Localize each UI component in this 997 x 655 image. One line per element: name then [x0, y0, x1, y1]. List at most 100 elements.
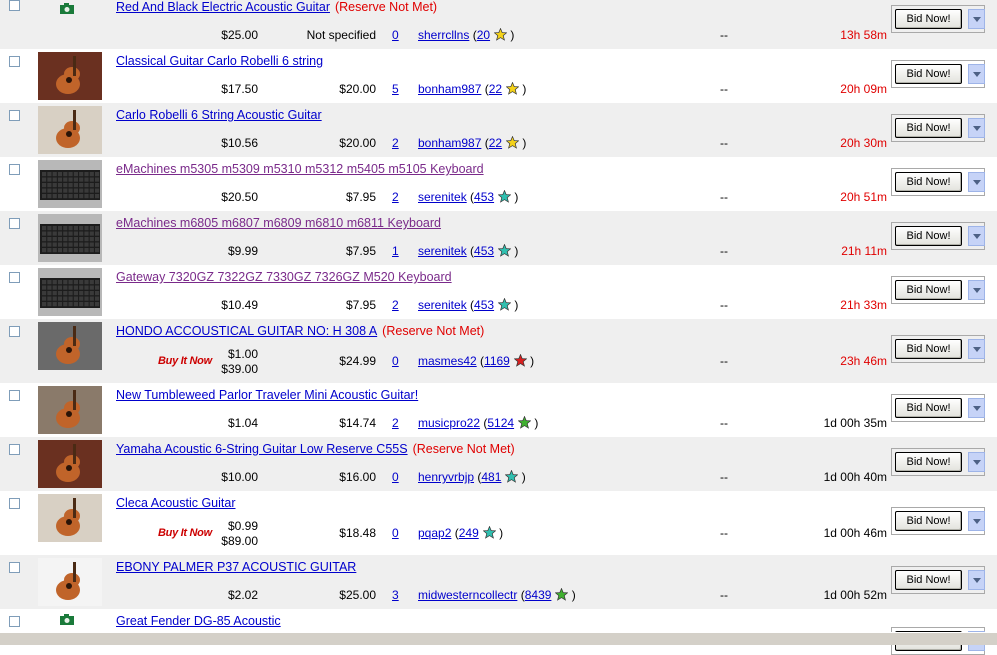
listing-title-link[interactable]: Great Fender DG-85 Acoustic — [116, 614, 281, 628]
select-checkbox[interactable] — [9, 616, 20, 627]
listing-title-link[interactable]: Carlo Robelli 6 String Acoustic Guitar — [116, 108, 322, 122]
bid-options-dropdown[interactable] — [968, 118, 985, 138]
feedback-score-link[interactable]: 453 — [474, 244, 494, 258]
shipping-cost: $18.48 — [339, 526, 376, 540]
feedback-score-link[interactable]: 22 — [489, 82, 502, 96]
bid-options-dropdown[interactable] — [968, 280, 985, 300]
feedback-star-icon — [497, 297, 512, 314]
listing-title-link[interactable]: EBONY PALMER P37 ACOUSTIC GUITAR — [116, 560, 356, 574]
select-checkbox[interactable] — [9, 390, 20, 401]
seller-name-link[interactable]: serenitek — [418, 244, 467, 258]
bid-now-button[interactable]: Bid Now! — [895, 118, 962, 138]
listing-row: Gateway 7320GZ 7322GZ 7330GZ 7326GZ M520… — [0, 265, 997, 319]
keyboard-thumbnail[interactable] — [38, 160, 102, 208]
guitar-thumbnail[interactable] — [38, 440, 102, 488]
seller-name-link[interactable]: midwesterncollectr — [418, 588, 517, 602]
seller-name-link[interactable]: bonham987 — [418, 136, 481, 150]
bid-count-link[interactable]: 2 — [392, 298, 399, 312]
guitar-thumbnail[interactable] — [38, 494, 102, 542]
bid-count-link[interactable]: 2 — [392, 190, 399, 204]
listing-title-link[interactable]: Yamaha Acoustic 6-String Guitar Low Rese… — [116, 442, 408, 456]
bid-count-link[interactable]: 2 — [392, 416, 399, 430]
select-checkbox[interactable] — [9, 498, 20, 509]
listing-title: Gateway 7320GZ 7322GZ 7330GZ 7326GZ M520… — [116, 270, 452, 284]
bid-count-link[interactable]: 5 — [392, 82, 399, 96]
guitar-thumbnail[interactable] — [38, 106, 102, 154]
bid-count-link[interactable]: 0 — [392, 354, 399, 368]
guitar-thumbnail[interactable] — [38, 52, 102, 100]
bid-options-dropdown[interactable] — [968, 339, 985, 359]
feedback-score-link[interactable]: 8439 — [525, 588, 552, 602]
bid-count-link[interactable]: 1 — [392, 244, 399, 258]
bid-options-dropdown[interactable] — [968, 64, 985, 84]
select-checkbox[interactable] — [9, 272, 20, 283]
select-checkbox[interactable] — [9, 56, 20, 67]
seller-name-link[interactable]: serenitek — [418, 298, 467, 312]
feedback-score-link[interactable]: 249 — [459, 526, 479, 540]
seller-name-link[interactable]: sherrcllns — [418, 28, 469, 42]
listing-title: eMachines m6805 m6807 m6809 m6810 m6811 … — [116, 216, 441, 230]
bid-now-button[interactable]: Bid Now! — [895, 9, 962, 29]
reserve-not-met-label: (Reserve Not Met) — [334, 0, 438, 14]
listing-title-link[interactable]: HONDO ACCOUSTICAL GUITAR NO: H 308 A — [116, 324, 377, 338]
bid-now-button[interactable]: Bid Now! — [895, 570, 962, 590]
bid-options-dropdown[interactable] — [968, 570, 985, 590]
bid-count-link[interactable]: 2 — [392, 136, 399, 150]
guitar-thumbnail[interactable] — [38, 558, 102, 606]
feedback-score-link[interactable]: 453 — [474, 190, 494, 204]
feedback-score-link[interactable]: 20 — [477, 28, 490, 42]
select-checkbox[interactable] — [9, 218, 20, 229]
select-checkbox[interactable] — [9, 164, 20, 175]
bid-options-dropdown[interactable] — [968, 226, 985, 246]
seller-name-link[interactable]: musicpro22 — [418, 416, 480, 430]
select-checkbox[interactable] — [9, 0, 20, 11]
listing-title-link[interactable]: eMachines m5305 m5309 m5310 m5312 m5405 … — [116, 162, 484, 176]
listing-title-link[interactable]: Gateway 7320GZ 7322GZ 7330GZ 7326GZ M520… — [116, 270, 452, 284]
current-bid-price: $20.50 — [221, 190, 258, 204]
feedback-score-link[interactable]: 1169 — [484, 354, 510, 368]
guitar-thumbnail[interactable] — [38, 322, 102, 370]
bid-count-link[interactable]: 0 — [392, 526, 399, 540]
select-checkbox[interactable] — [9, 326, 20, 337]
listing-title-link[interactable]: Red And Black Electric Acoustic Guitar — [116, 0, 330, 14]
feedback-score-link[interactable]: 22 — [489, 136, 502, 150]
seller-name-link[interactable]: bonham987 — [418, 82, 481, 96]
bid-count-link[interactable]: 3 — [392, 588, 399, 602]
keyboard-thumbnail[interactable] — [38, 268, 102, 316]
bid-now-button[interactable]: Bid Now! — [895, 511, 962, 531]
seller-name-link[interactable]: henryvrbjp — [418, 470, 474, 484]
bid-options-dropdown[interactable] — [968, 398, 985, 418]
listing-title-link[interactable]: Cleca Acoustic Guitar — [116, 496, 236, 510]
bid-count-link[interactable]: 0 — [392, 470, 399, 484]
keyboard-thumbnail[interactable] — [38, 214, 102, 262]
seller-name-link[interactable]: masmes42 — [418, 354, 477, 368]
bid-count-link[interactable]: 0 — [392, 28, 399, 42]
bid-now-button[interactable]: Bid Now! — [895, 452, 962, 472]
bid-now-button[interactable]: Bid Now! — [895, 172, 962, 192]
select-checkbox[interactable] — [9, 444, 20, 455]
bid-now-button[interactable]: Bid Now! — [895, 226, 962, 246]
listing-title-link[interactable]: Classical Guitar Carlo Robelli 6 string — [116, 54, 323, 68]
select-checkbox[interactable] — [9, 562, 20, 573]
bid-now-button[interactable]: Bid Now! — [895, 398, 962, 418]
select-checkbox[interactable] — [9, 110, 20, 121]
feedback-score-link[interactable]: 481 — [481, 470, 501, 484]
time-left: 20h 30m — [840, 136, 887, 150]
guitar-thumbnail[interactable] — [38, 386, 102, 434]
seller-info: serenitek (453 ) — [418, 243, 519, 258]
seller-name-link[interactable]: pqap2 — [418, 526, 451, 540]
time-left: 20h 51m — [840, 190, 887, 204]
seller-name-link[interactable]: serenitek — [418, 190, 467, 204]
bid-options-dropdown[interactable] — [968, 511, 985, 531]
feedback-score-link[interactable]: 453 — [474, 298, 494, 312]
bid-now-button[interactable]: Bid Now! — [895, 64, 962, 84]
bid-options-dropdown[interactable] — [968, 172, 985, 192]
feedback-score-link[interactable]: 5124 — [487, 416, 514, 430]
bid-options-dropdown[interactable] — [968, 452, 985, 472]
bid-options-dropdown[interactable] — [968, 9, 985, 29]
shipping-cost: $24.99 — [339, 354, 376, 368]
bid-now-button[interactable]: Bid Now! — [895, 280, 962, 300]
bid-now-button[interactable]: Bid Now! — [895, 339, 962, 359]
listing-title-link[interactable]: eMachines m6805 m6807 m6809 m6810 m6811 … — [116, 216, 441, 230]
listing-title-link[interactable]: New Tumbleweed Parlor Traveler Mini Acou… — [116, 388, 418, 402]
